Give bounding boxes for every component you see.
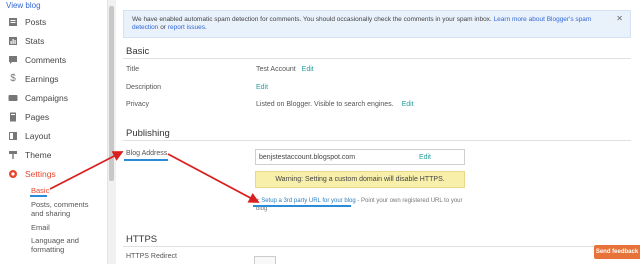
spam-notice: We have enabled automatic spam detection… bbox=[123, 10, 631, 38]
sidebar-item-label: Stats bbox=[25, 35, 45, 46]
privacy-label: Privacy bbox=[126, 101, 149, 108]
close-icon[interactable]: ✕ bbox=[616, 15, 623, 23]
privacy-value-row: Listed on Blogger. Visible to search eng… bbox=[256, 101, 414, 108]
https-warning-box: Warning: Setting a custom domain will di… bbox=[255, 171, 465, 188]
view-blog-link[interactable]: View blog bbox=[6, 1, 41, 10]
subnav-posts-comments-sharing[interactable]: Posts, comments and sharing bbox=[31, 200, 103, 218]
earnings-icon: $ bbox=[10, 73, 16, 84]
https-redirect-select[interactable] bbox=[254, 256, 276, 264]
sidebar: View blog Posts Stats Comments $ Earning… bbox=[0, 0, 107, 264]
title-edit-link[interactable]: Edit bbox=[302, 66, 314, 73]
blog-address-underline bbox=[124, 159, 168, 161]
sidebar-item-theme[interactable]: Theme bbox=[0, 145, 107, 164]
sidebar-item-label: Theme bbox=[25, 149, 52, 160]
notice-mid: or bbox=[158, 24, 168, 31]
pages-icon bbox=[8, 112, 18, 122]
settings-main: We have enabled automatic spam detection… bbox=[116, 0, 640, 264]
description-label: Description bbox=[126, 84, 162, 91]
privacy-value: Listed on Blogger. Visible to search eng… bbox=[256, 101, 394, 108]
settings-icon bbox=[8, 169, 18, 179]
subnav-email[interactable]: Email bbox=[31, 223, 50, 232]
sidebar-item-posts[interactable]: Posts bbox=[0, 12, 107, 31]
report-issues-link[interactable]: report issues bbox=[168, 24, 205, 31]
notice-text: We have enabled automatic spam detection… bbox=[132, 16, 492, 23]
send-feedback-button[interactable]: Send feedback bbox=[594, 245, 640, 259]
sidebar-item-label: Settings bbox=[25, 168, 56, 179]
sidebar-item-label: Posts bbox=[25, 16, 47, 27]
stats-icon bbox=[8, 36, 18, 46]
sidebar-item-label: Earnings bbox=[25, 73, 59, 84]
sidebar-item-stats[interactable]: Stats bbox=[0, 31, 107, 50]
divider bbox=[123, 58, 631, 59]
privacy-edit-link[interactable]: Edit bbox=[402, 101, 414, 108]
blog-address-value: benjstestaccount.blogspot.com bbox=[259, 154, 356, 161]
subnav-language-formatting[interactable]: Language and formatting bbox=[31, 236, 103, 254]
sidebar-item-pages[interactable]: Pages bbox=[0, 107, 107, 126]
posts-icon bbox=[8, 17, 18, 27]
third-party-prefix: + bbox=[256, 198, 260, 204]
blog-address-field: benjstestaccount.blogspot.com Edit bbox=[255, 149, 465, 165]
sidebar-item-earnings[interactable]: $ Earnings bbox=[0, 69, 107, 88]
subnav-basic[interactable]: Basic bbox=[31, 186, 49, 195]
sidebar-item-label: Layout bbox=[25, 130, 51, 141]
layout-icon bbox=[8, 131, 18, 141]
notice-end: . bbox=[205, 24, 207, 31]
third-party-underline bbox=[253, 205, 351, 207]
blog-address-edit-link[interactable]: Edit bbox=[419, 154, 431, 161]
sidebar-item-settings[interactable]: Settings bbox=[0, 164, 107, 183]
campaigns-icon bbox=[8, 93, 18, 103]
sidebar-item-layout[interactable]: Layout bbox=[0, 126, 107, 145]
publishing-section-title: Publishing bbox=[126, 128, 170, 139]
sidebar-item-label: Pages bbox=[25, 111, 50, 122]
learn-more-link[interactable]: Learn more about bbox=[494, 16, 545, 23]
https-section-title: HTTPS bbox=[126, 234, 158, 245]
description-edit-link[interactable]: Edit bbox=[256, 84, 268, 91]
https-redirect-label: HTTPS Redirect bbox=[126, 253, 177, 260]
sidebar-scrollbar-thumb[interactable] bbox=[109, 6, 114, 181]
divider bbox=[123, 140, 631, 141]
sidebar-item-comments[interactable]: Comments bbox=[0, 50, 107, 69]
third-party-url-link[interactable]: Setup a 3rd party URL for your blog bbox=[261, 198, 356, 204]
basic-section-title: Basic bbox=[126, 46, 150, 57]
title-value: Test Account bbox=[256, 66, 296, 73]
description-value-row: Edit bbox=[256, 84, 268, 91]
title-value-row: Test Account Edit bbox=[256, 66, 314, 73]
divider bbox=[123, 246, 631, 247]
theme-icon bbox=[8, 150, 18, 160]
blog-address-label: Blog Address bbox=[126, 150, 168, 157]
sidebar-item-campaigns[interactable]: Campaigns bbox=[0, 88, 107, 107]
sidebar-item-label: Comments bbox=[25, 54, 67, 65]
title-label: Title bbox=[126, 66, 139, 73]
sidebar-item-label: Campaigns bbox=[25, 92, 68, 103]
comments-icon bbox=[8, 55, 18, 65]
basic-underline bbox=[30, 195, 47, 197]
